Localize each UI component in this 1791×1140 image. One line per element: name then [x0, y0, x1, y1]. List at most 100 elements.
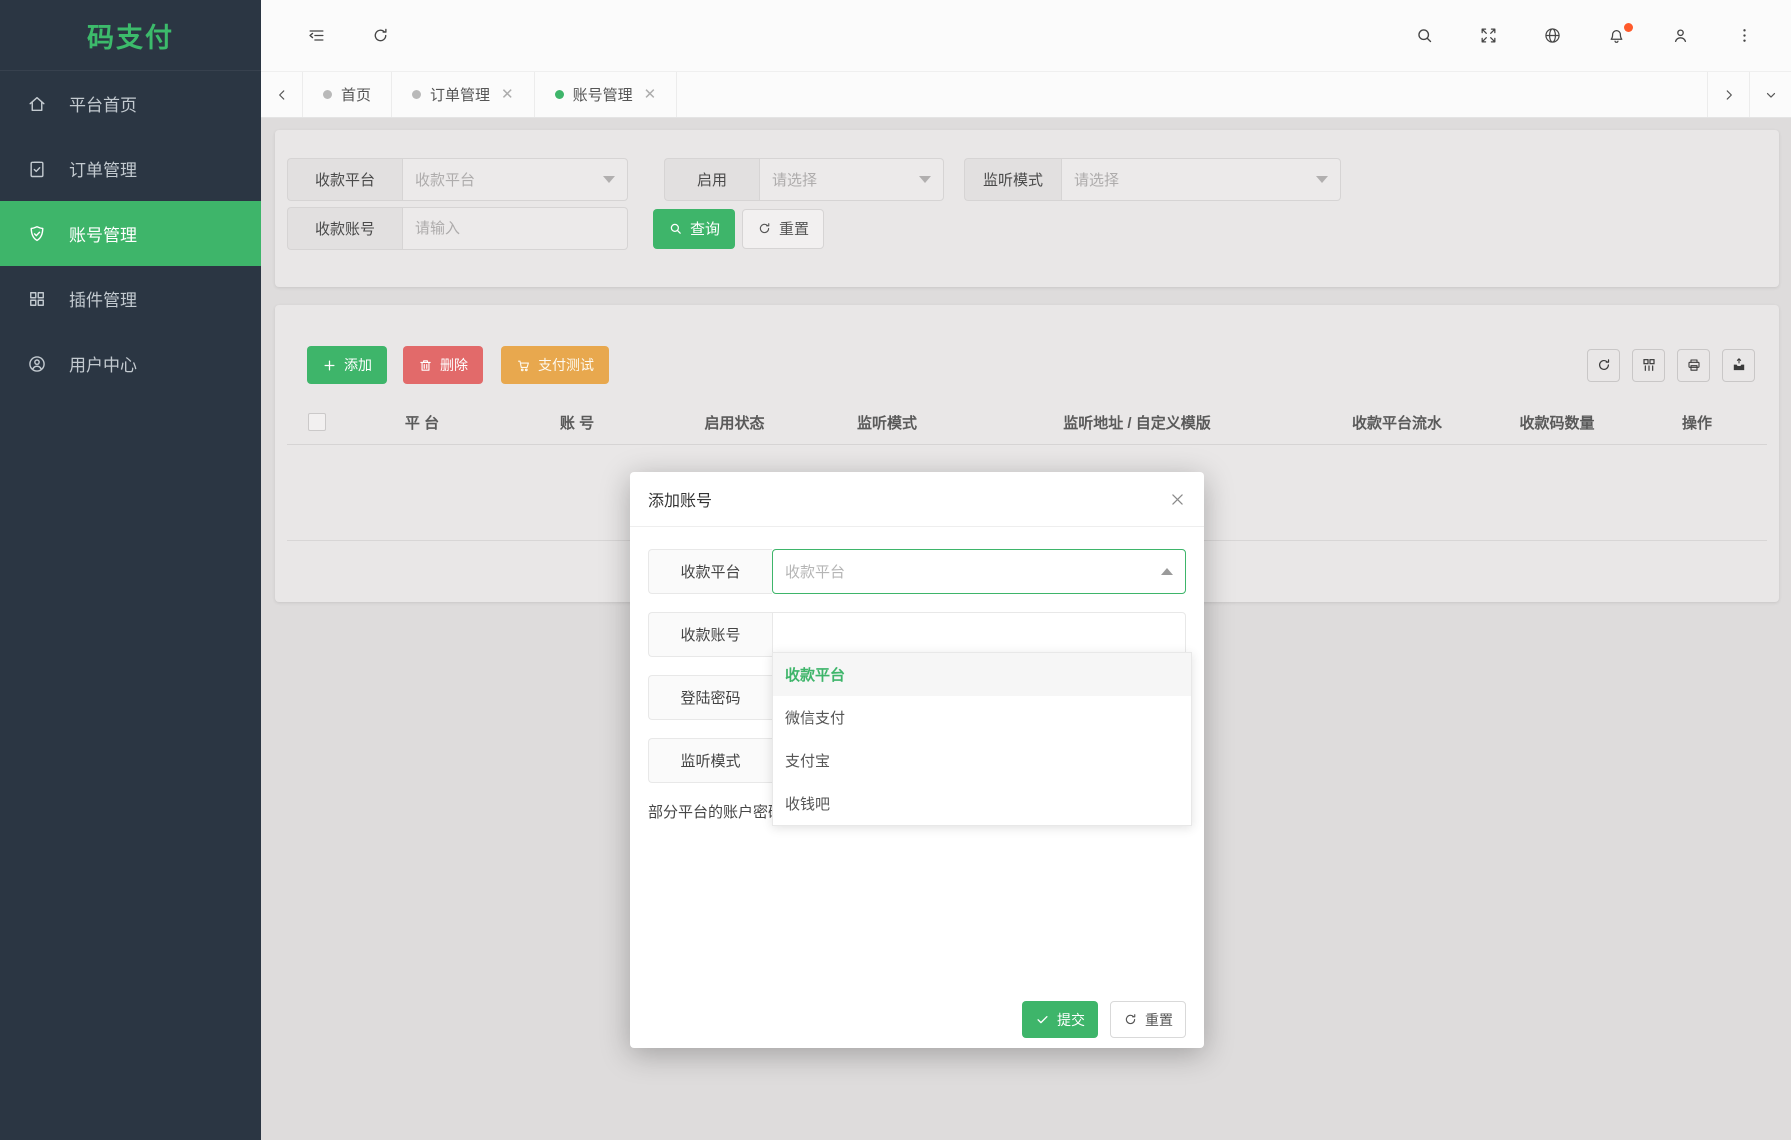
tab-status-dot	[412, 90, 422, 99]
more-kebab-icon[interactable]	[1725, 17, 1763, 55]
globe-icon[interactable]	[1533, 17, 1571, 55]
close-icon[interactable]	[1169, 491, 1186, 508]
dropdown-option-platform[interactable]: 收款平台	[773, 653, 1191, 696]
sidebar: 码支付 平台首页 订单管理 账号管理 插件管理 用户中心	[0, 0, 261, 1140]
table-refresh-icon[interactable]	[1587, 348, 1620, 382]
platform-select[interactable]: 收款平台	[772, 549, 1186, 594]
chevron-up-icon	[1161, 568, 1173, 575]
select-all-checkbox[interactable]	[308, 413, 326, 431]
filter-listen-mode: 监听模式 请选择	[964, 158, 1341, 201]
modal-reset-button[interactable]: 重置	[1110, 1001, 1186, 1038]
filter-enabled-select[interactable]: 请选择	[759, 158, 944, 201]
sidebar-item-accounts[interactable]: 账号管理	[0, 201, 261, 266]
tabbar-spacer	[677, 72, 1707, 117]
add-button-label: 添加	[344, 357, 372, 373]
pay-test-button-label: 支付测试	[538, 357, 594, 373]
tabs-scroll-right-button[interactable]	[1707, 72, 1749, 117]
plus-icon	[324, 360, 335, 370]
add-account-modal: 添加账号 收款平台 收款平台 收款账号 登陆密码 监听模式 部分平台的账户密码填…	[630, 472, 1204, 1048]
close-icon[interactable]: ✕	[644, 87, 657, 102]
table-toolbar	[1587, 348, 1755, 382]
filter-account-label: 收款账号	[287, 207, 402, 250]
user-center-icon	[27, 354, 47, 374]
refresh-icon	[759, 223, 770, 234]
tabs-menu-button[interactable]	[1749, 72, 1791, 117]
topbar-left	[297, 17, 399, 55]
modal-body: 收款平台 收款平台 收款账号 登陆密码 监听模式 部分平台的账户密码填写比较特殊…	[630, 527, 1204, 826]
app-root: 码支付 平台首页 订单管理 账号管理 插件管理 用户中心 首页 订单管理 ✕ 账…	[0, 0, 1791, 1140]
table-column-operations: 操作	[1681, 414, 1712, 432]
export-icon[interactable]	[1722, 348, 1755, 382]
submit-button[interactable]: 提交	[1022, 1001, 1098, 1038]
sidebar-item-plugins[interactable]: 插件管理	[0, 266, 261, 331]
tab-orders[interactable]: 订单管理 ✕	[392, 72, 535, 117]
platform-dropdown-panel: 收款平台 微信支付 支付宝 收钱吧	[772, 652, 1192, 826]
fullscreen-icon[interactable]	[1469, 17, 1507, 55]
filter-enabled-label: 启用	[664, 158, 759, 201]
topbar	[261, 0, 1791, 71]
table-header-row: 平 台 账 号 启用状态 监听模式 监听地址 / 自定义模版 收款平台流水 收款…	[287, 400, 1767, 445]
select-placeholder: 请选择	[1074, 172, 1120, 189]
dropdown-option-alipay[interactable]: 支付宝	[773, 739, 1191, 782]
reset-button-label: 重置	[779, 221, 810, 238]
close-icon[interactable]: ✕	[501, 87, 514, 102]
sidebar-item-orders[interactable]: 订单管理	[0, 136, 261, 201]
reset-button[interactable]: 重置	[742, 208, 825, 249]
printer-icon[interactable]	[1677, 348, 1710, 382]
pay-test-button[interactable]: 支付测试	[501, 346, 609, 384]
table-column-account: 账 号	[559, 414, 595, 432]
modal-footer: 提交 重置	[1022, 1001, 1186, 1038]
table-column-platform-flow: 收款平台流水	[1351, 414, 1442, 432]
modal-reset-button-label: 重置	[1145, 1011, 1173, 1028]
sidebar-item-label: 插件管理	[69, 291, 137, 310]
select-placeholder: 请选择	[772, 172, 818, 189]
table-column-code-count: 收款码数量	[1519, 414, 1595, 432]
search-icon[interactable]	[1405, 17, 1443, 55]
table-column-enabled-status: 启用状态	[704, 414, 765, 432]
filter-account-input[interactable]	[402, 207, 628, 250]
filter-enabled: 启用 请选择	[664, 158, 944, 201]
refresh-icon[interactable]	[361, 17, 399, 55]
select-placeholder: 收款平台	[415, 172, 476, 189]
chevron-down-icon	[919, 176, 931, 183]
account-input[interactable]	[772, 612, 1186, 657]
refresh-icon	[1125, 1014, 1136, 1025]
order-icon	[27, 159, 47, 179]
add-button[interactable]: 添加	[307, 346, 387, 384]
search-button[interactable]: 查询	[653, 208, 736, 249]
notification-bell-icon[interactable]	[1597, 17, 1635, 55]
modal-header: 添加账号	[630, 472, 1204, 527]
tabbar: 首页 订单管理 ✕ 账号管理 ✕	[261, 71, 1791, 118]
delete-button[interactable]: 删除	[403, 346, 483, 384]
sidebar-item-label: 订单管理	[69, 161, 137, 180]
sidebar-item-platform-home[interactable]: 平台首页	[0, 71, 261, 136]
filter-account: 收款账号	[287, 207, 628, 250]
filter-listen-mode-select[interactable]: 请选择	[1061, 158, 1341, 201]
filter-platform-select[interactable]: 收款平台	[402, 158, 628, 201]
modal-field-account: 收款账号	[648, 612, 1186, 657]
select-placeholder: 收款平台	[785, 564, 846, 581]
dropdown-option-wechat-pay[interactable]: 微信支付	[773, 696, 1191, 739]
topbar-right	[1405, 17, 1763, 55]
modal-field-label: 收款平台	[648, 549, 772, 594]
dropdown-option-shouqianba[interactable]: 收钱吧	[773, 782, 1191, 825]
sidebar-item-label: 平台首页	[69, 96, 137, 115]
filter-listen-mode-label: 监听模式	[964, 158, 1061, 201]
chevron-down-icon	[1316, 176, 1328, 183]
sidebar-item-user-center[interactable]: 用户中心	[0, 331, 261, 396]
sidebar-nav: 平台首页 订单管理 账号管理 插件管理 用户中心	[0, 71, 261, 396]
tab-accounts[interactable]: 账号管理 ✕	[535, 72, 678, 117]
tab-home[interactable]: 首页	[303, 72, 393, 117]
tabs-scroll-left-button[interactable]	[261, 72, 303, 117]
cart-icon	[517, 360, 529, 371]
modal-field-label: 收款账号	[648, 612, 772, 657]
app-logo: 码支付	[0, 0, 261, 71]
filter-platform: 收款平台 收款平台	[287, 158, 628, 201]
modal-title: 添加账号	[648, 493, 713, 510]
collapse-sidebar-icon[interactable]	[297, 17, 335, 55]
columns-filter-icon[interactable]	[1632, 348, 1665, 382]
chevron-down-icon	[603, 176, 615, 183]
user-icon[interactable]	[1661, 17, 1699, 55]
modal-field-label: 登陆密码	[648, 675, 772, 720]
modal-field-platform: 收款平台 收款平台	[648, 549, 1186, 594]
